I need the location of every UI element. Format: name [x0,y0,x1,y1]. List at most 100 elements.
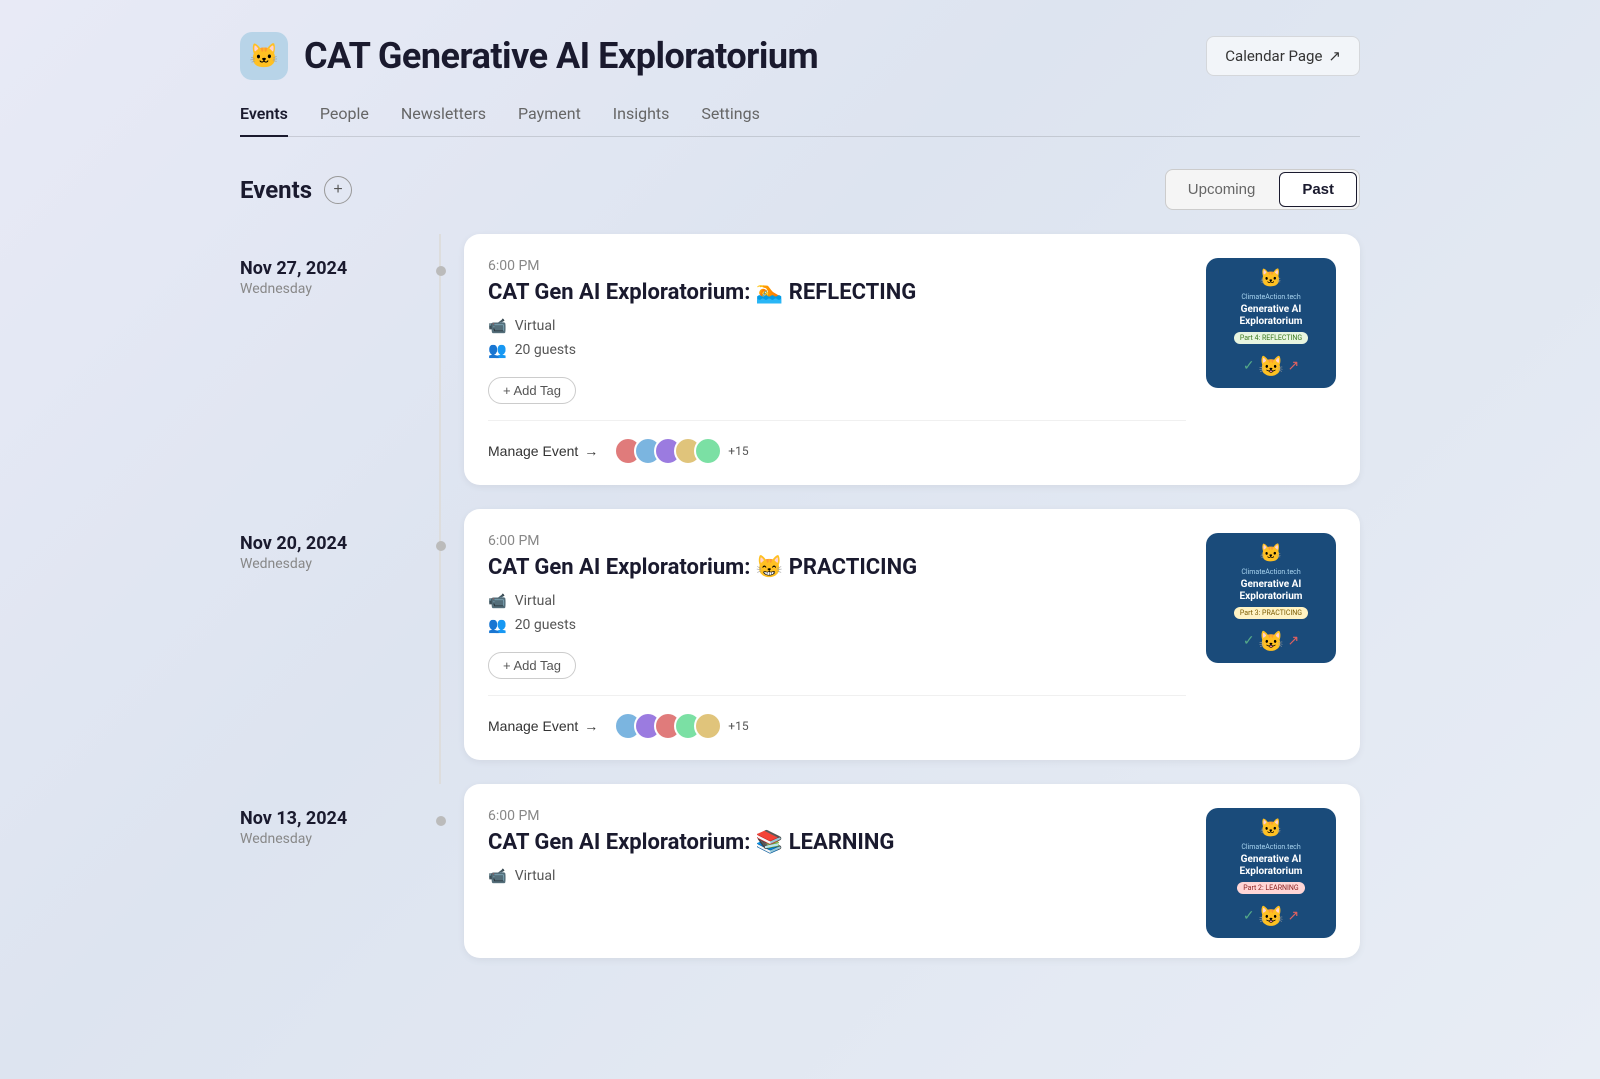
manage-event-button[interactable]: Manage Event → [488,443,598,459]
event-image-brand: ClimateAction.tech [1241,843,1300,851]
event-date: Nov 13, 2024 [240,808,440,829]
event-card-content: 6:00 PM CAT Gen AI Exploratorium: 🏊 REFL… [488,258,1186,465]
add-tag-button[interactable]: + Add Tag [488,652,576,679]
event-guests: 👥 20 guests [488,341,1186,359]
event-meta: 📹 Virtual 👥 20 guests [488,592,1186,634]
event-guests-label: 20 guests [515,617,576,633]
event-name: CAT Gen AI Exploratorium: 🏊 REFLECTING [488,280,1186,305]
event-image-badge: Part 3: PRACTICING [1234,607,1308,619]
event-time: 6:00 PM [488,533,1186,549]
people-icon: 👥 [488,616,507,634]
video-icon: 📹 [488,317,507,335]
event-row: Nov 13, 2024 Wednesday 6:00 PM CAT Gen A… [240,784,1360,958]
event-time: 6:00 PM [488,808,1186,824]
upcoming-toggle-btn[interactable]: Upcoming [1166,170,1278,209]
event-name: CAT Gen AI Exploratorium: 📚 LEARNING [488,830,1186,855]
manage-event-label: Manage Event [488,718,578,734]
add-event-button[interactable]: + [324,176,352,204]
manage-event-button[interactable]: Manage Event → [488,718,598,734]
external-link-icon: ↗ [1328,47,1341,65]
event-day: Wednesday [240,831,440,847]
event-cat-icon: 😺 [1259,629,1284,653]
event-day: Wednesday [240,556,440,572]
event-cat-icon: 😺 [1259,354,1284,378]
event-card: 6:00 PM CAT Gen AI Exploratorium: 🏊 REFL… [464,234,1360,485]
event-date: Nov 27, 2024 [240,258,440,279]
event-image: 🐱 ClimateAction.tech Generative AI Explo… [1206,258,1336,388]
event-day: Wednesday [240,281,440,297]
event-meta: 📹 Virtual [488,867,1186,885]
arrow-icon: → [584,718,598,734]
people-icon: 👥 [488,341,507,359]
event-image-title: Generative AI Exploratorium [1214,579,1328,603]
event-image-badge: Part 2: LEARNING [1237,882,1304,894]
timeline-dot [436,541,446,551]
events-title-row: Events + [240,176,352,204]
event-type: 📹 Virtual [488,592,1186,610]
event-card-content: 6:00 PM CAT Gen AI Exploratorium: 😸 PRAC… [488,533,1186,740]
page-header: 🐱 CAT Generative AI Exploratorium Calend… [240,32,1360,80]
event-guests-label: 20 guests [515,342,576,358]
nav-item-payment[interactable]: Payment [518,104,581,137]
event-image-logo: 🐱 [1260,268,1282,289]
event-type-label: Virtual [515,318,556,334]
event-type: 📹 Virtual [488,317,1186,335]
event-footer: Manage Event → +15 [488,695,1186,740]
event-footer: Manage Event → +15 [488,420,1186,465]
avatar [694,437,722,465]
event-image: 🐱 ClimateAction.tech Generative AI Explo… [1206,533,1336,663]
event-image-title: Generative AI Exploratorium [1214,854,1328,878]
attendee-avatars: +15 [614,437,748,465]
avatar-count: +15 [728,444,748,458]
nav-item-people[interactable]: People [320,104,369,137]
event-type-label: Virtual [515,868,556,884]
event-cat-icon: 😺 [1259,904,1284,928]
header-left: 🐱 CAT Generative AI Exploratorium [240,32,818,80]
timeline-dot [436,816,446,826]
event-image-logo: 🐱 [1260,543,1282,564]
event-image-brand: ClimateAction.tech [1241,293,1300,301]
events-header: Events + Upcoming Past [240,169,1360,210]
event-image-logo: 🐱 [1260,818,1282,839]
logo-emoji: 🐱 [249,42,279,70]
events-list: Nov 27, 2024 Wednesday 6:00 PM CAT Gen A… [240,234,1360,982]
main-nav: Events People Newsletters Payment Insigh… [240,104,1360,137]
calendar-page-button[interactable]: Calendar Page ↗ [1206,36,1360,76]
event-image-title: Generative AI Exploratorium [1214,304,1328,328]
event-date-col: Nov 13, 2024 Wednesday [240,784,440,958]
avatar [694,712,722,740]
add-tag-button[interactable]: + Add Tag [488,377,576,404]
events-section-title: Events [240,176,312,204]
event-type: 📹 Virtual [488,867,1186,885]
event-row: Nov 27, 2024 Wednesday 6:00 PM CAT Gen A… [240,234,1360,485]
event-meta: 📹 Virtual 👥 20 guests [488,317,1186,359]
event-image-brand: ClimateAction.tech [1241,568,1300,576]
upcoming-past-toggle: Upcoming Past [1165,169,1360,210]
manage-event-label: Manage Event [488,443,578,459]
calendar-page-label: Calendar Page [1225,47,1322,65]
timeline-dot [436,266,446,276]
event-date: Nov 20, 2024 [240,533,440,554]
event-image: 🐱 ClimateAction.tech Generative AI Explo… [1206,808,1336,938]
event-card-content: 6:00 PM CAT Gen AI Exploratorium: 📚 LEAR… [488,808,1186,938]
nav-item-insights[interactable]: Insights [613,104,670,137]
event-date-col: Nov 27, 2024 Wednesday [240,234,440,485]
past-toggle-btn[interactable]: Past [1279,172,1357,207]
event-card: 6:00 PM CAT Gen AI Exploratorium: 📚 LEAR… [464,784,1360,958]
nav-item-events[interactable]: Events [240,104,288,137]
event-card: 6:00 PM CAT Gen AI Exploratorium: 😸 PRAC… [464,509,1360,760]
event-time: 6:00 PM [488,258,1186,274]
attendee-avatars: +15 [614,712,748,740]
video-icon: 📹 [488,867,507,885]
avatar-count: +15 [728,719,748,733]
video-icon: 📹 [488,592,507,610]
nav-item-settings[interactable]: Settings [701,104,759,137]
event-image-badge: Part 4: REFLECTING [1234,332,1308,344]
nav-item-newsletters[interactable]: Newsletters [401,104,486,137]
arrow-icon: → [584,443,598,459]
event-guests: 👥 20 guests [488,616,1186,634]
app-title: CAT Generative AI Exploratorium [304,35,818,77]
event-name: CAT Gen AI Exploratorium: 😸 PRACTICING [488,555,1186,580]
app-logo: 🐱 [240,32,288,80]
event-row: Nov 20, 2024 Wednesday 6:00 PM CAT Gen A… [240,509,1360,760]
